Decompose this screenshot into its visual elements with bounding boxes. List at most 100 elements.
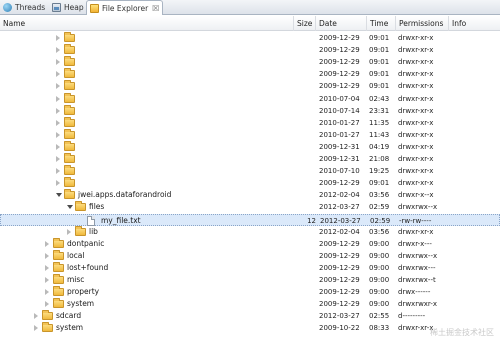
folder-icon bbox=[75, 201, 86, 212]
tab-threads[interactable]: Threads bbox=[3, 0, 45, 15]
folder-row[interactable]: files 2012-03-27 02:59 drwxrwx--x bbox=[0, 201, 500, 213]
row-size bbox=[288, 274, 315, 286]
file-icon bbox=[87, 215, 95, 226]
row-permissions: drwxr-xr-x bbox=[398, 142, 434, 151]
row-time: 09:00 bbox=[369, 263, 390, 272]
folder-row[interactable]: local 2009-12-29 09:00 drwxrwx--x bbox=[0, 249, 500, 262]
folder-row[interactable]: lost+found 2009-12-29 09:00 drwxrwx--- bbox=[0, 261, 500, 274]
heap-icon bbox=[52, 3, 61, 12]
row-size bbox=[288, 298, 315, 310]
collapse-arrow-icon[interactable] bbox=[56, 35, 60, 41]
folder-row[interactable]: 2010-07-04 02:43 drwxr-xr-x bbox=[0, 92, 500, 105]
folder-row[interactable]: jwei.apps.dataforandroid 2012-02-04 03:56 d… bbox=[0, 189, 500, 201]
row-size bbox=[288, 129, 315, 141]
folder-icon bbox=[64, 80, 75, 91]
collapse-arrow-icon[interactable] bbox=[45, 301, 49, 308]
column-header-size[interactable]: Size bbox=[294, 16, 316, 31]
folder-icon bbox=[64, 92, 75, 103]
folder-icon bbox=[53, 261, 64, 272]
column-header-permissions[interactable]: Permissions bbox=[396, 16, 449, 31]
collapse-arrow-icon[interactable] bbox=[56, 71, 60, 78]
row-permissions: drwxrwx--- bbox=[398, 263, 436, 272]
folder-row[interactable]: 2010-07-14 23:31 drwxr-xr-x bbox=[0, 104, 500, 117]
expand-arrow-icon[interactable] bbox=[67, 205, 73, 210]
column-header-time[interactable]: Time bbox=[367, 16, 396, 31]
folder-row[interactable]: 2009-12-29 09:01 drwxr-xr-x bbox=[0, 68, 500, 80]
column-header-info[interactable]: Info bbox=[449, 16, 500, 31]
folder-row[interactable]: 2010-01-27 11:35 drwxr-xr-x bbox=[0, 116, 500, 129]
row-permissions: drwx------ bbox=[398, 288, 431, 297]
collapse-arrow-icon[interactable] bbox=[56, 156, 60, 162]
folder-icon bbox=[53, 286, 64, 297]
folder-row[interactable]: 2010-01-27 11:43 drwxr-xr-x bbox=[0, 128, 500, 141]
collapse-arrow-icon[interactable] bbox=[56, 131, 60, 138]
collapse-arrow-icon[interactable] bbox=[34, 325, 38, 332]
row-size bbox=[288, 322, 315, 334]
collapse-arrow-icon[interactable] bbox=[56, 107, 60, 114]
folder-icon bbox=[64, 128, 75, 139]
collapse-arrow-icon[interactable] bbox=[56, 95, 60, 102]
row-permissions: drwxrwx--x bbox=[398, 251, 438, 260]
row-size bbox=[288, 153, 315, 165]
folder-icon bbox=[53, 249, 64, 260]
collapse-arrow-icon[interactable] bbox=[45, 252, 49, 259]
tab-heap[interactable]: Heap bbox=[52, 0, 84, 15]
row-size bbox=[288, 201, 315, 213]
row-size bbox=[288, 177, 315, 189]
collapse-arrow-icon[interactable] bbox=[56, 83, 60, 90]
folder-row[interactable]: 2009-12-29 09:01 drwxr-xr-x bbox=[0, 56, 500, 68]
row-date: 2009-12-29 bbox=[319, 300, 360, 309]
collapse-arrow-icon[interactable] bbox=[56, 47, 60, 54]
row-time: 11:35 bbox=[369, 118, 390, 127]
collapse-arrow-icon[interactable] bbox=[45, 264, 49, 271]
collapse-arrow-icon[interactable] bbox=[45, 277, 49, 283]
row-time: 08:33 bbox=[369, 324, 390, 333]
collapse-arrow-icon[interactable] bbox=[67, 228, 71, 235]
folder-row[interactable]: system 2009-12-29 09:00 drwxrwxr-x bbox=[0, 298, 500, 310]
collapse-arrow-icon[interactable] bbox=[45, 289, 49, 296]
row-permissions: drwxr-xr-x bbox=[398, 46, 434, 55]
row-size bbox=[288, 141, 315, 153]
folder-icon bbox=[53, 298, 64, 309]
folder-row[interactable]: 2009-12-29 09:01 drwxr-xr-x bbox=[0, 177, 500, 189]
folder-row[interactable]: 2010-07-10 19:25 drwxr-xr-x bbox=[0, 165, 500, 177]
column-header-name[interactable]: Name bbox=[0, 16, 294, 31]
close-tab-icon[interactable]: ☒ bbox=[152, 4, 159, 13]
file-row[interactable]: my_file.txt 12 2012-03-27 02:59 -rw-rw---- bbox=[0, 213, 500, 226]
row-size bbox=[288, 32, 315, 44]
column-header-date[interactable]: Date bbox=[316, 16, 367, 31]
row-time: 23:31 bbox=[369, 106, 390, 115]
folder-row[interactable]: 2009-12-31 04:19 drwxr-xr-x bbox=[0, 140, 500, 153]
row-size bbox=[288, 165, 315, 177]
collapse-arrow-icon[interactable] bbox=[34, 313, 38, 320]
row-time: 09:00 bbox=[369, 288, 390, 297]
expand-arrow-icon[interactable] bbox=[56, 193, 62, 198]
row-date: 2009-12-29 bbox=[319, 288, 360, 297]
collapse-arrow-icon[interactable] bbox=[56, 59, 60, 66]
folder-row[interactable]: system 2009-10-22 08:33 drwxr-xr-x bbox=[0, 322, 500, 334]
tab-file-explorer-label: File Explorer bbox=[102, 3, 149, 13]
folder-row[interactable]: 2009-12-29 09:01 drwxr-xr-x bbox=[0, 32, 500, 44]
folder-row[interactable]: 2009-12-29 09:01 drwxr-xr-x bbox=[0, 80, 500, 92]
row-name: sdcard bbox=[56, 311, 82, 321]
folder-row[interactable]: sdcard 2012-03-27 02:55 d--------- bbox=[0, 310, 500, 322]
folder-row[interactable]: lib 2012-02-04 03:56 drwxr-xr-x bbox=[0, 225, 500, 238]
folder-row[interactable]: dontpanic 2009-12-29 09:00 drwxr-x--- bbox=[0, 237, 500, 250]
collapse-arrow-icon[interactable] bbox=[56, 168, 60, 175]
collapse-arrow-icon[interactable] bbox=[56, 180, 60, 187]
row-size bbox=[288, 310, 315, 322]
row-size bbox=[288, 117, 315, 129]
collapse-arrow-icon[interactable] bbox=[56, 143, 60, 150]
folder-row[interactable]: 2009-12-29 09:01 drwxr-xr-x bbox=[0, 44, 500, 56]
tab-file-explorer[interactable]: File Explorer ☒ bbox=[86, 0, 164, 15]
folder-row[interactable]: property 2009-12-29 09:00 drwx------ bbox=[0, 286, 500, 298]
row-name: lib bbox=[89, 226, 98, 236]
row-permissions: drwxr-xr-x bbox=[398, 130, 434, 139]
collapse-arrow-icon[interactable] bbox=[45, 240, 49, 247]
row-permissions: drwxr-x--- bbox=[398, 239, 432, 248]
collapse-arrow-icon[interactable] bbox=[56, 119, 60, 126]
row-permissions: drwxrwx--x bbox=[398, 203, 438, 212]
row-name: system bbox=[56, 323, 84, 333]
folder-row[interactable]: 2009-12-31 21:08 drwxr-xr-x bbox=[0, 153, 500, 165]
folder-row[interactable]: misc 2009-12-29 09:00 drwxrwx--t bbox=[0, 274, 500, 286]
